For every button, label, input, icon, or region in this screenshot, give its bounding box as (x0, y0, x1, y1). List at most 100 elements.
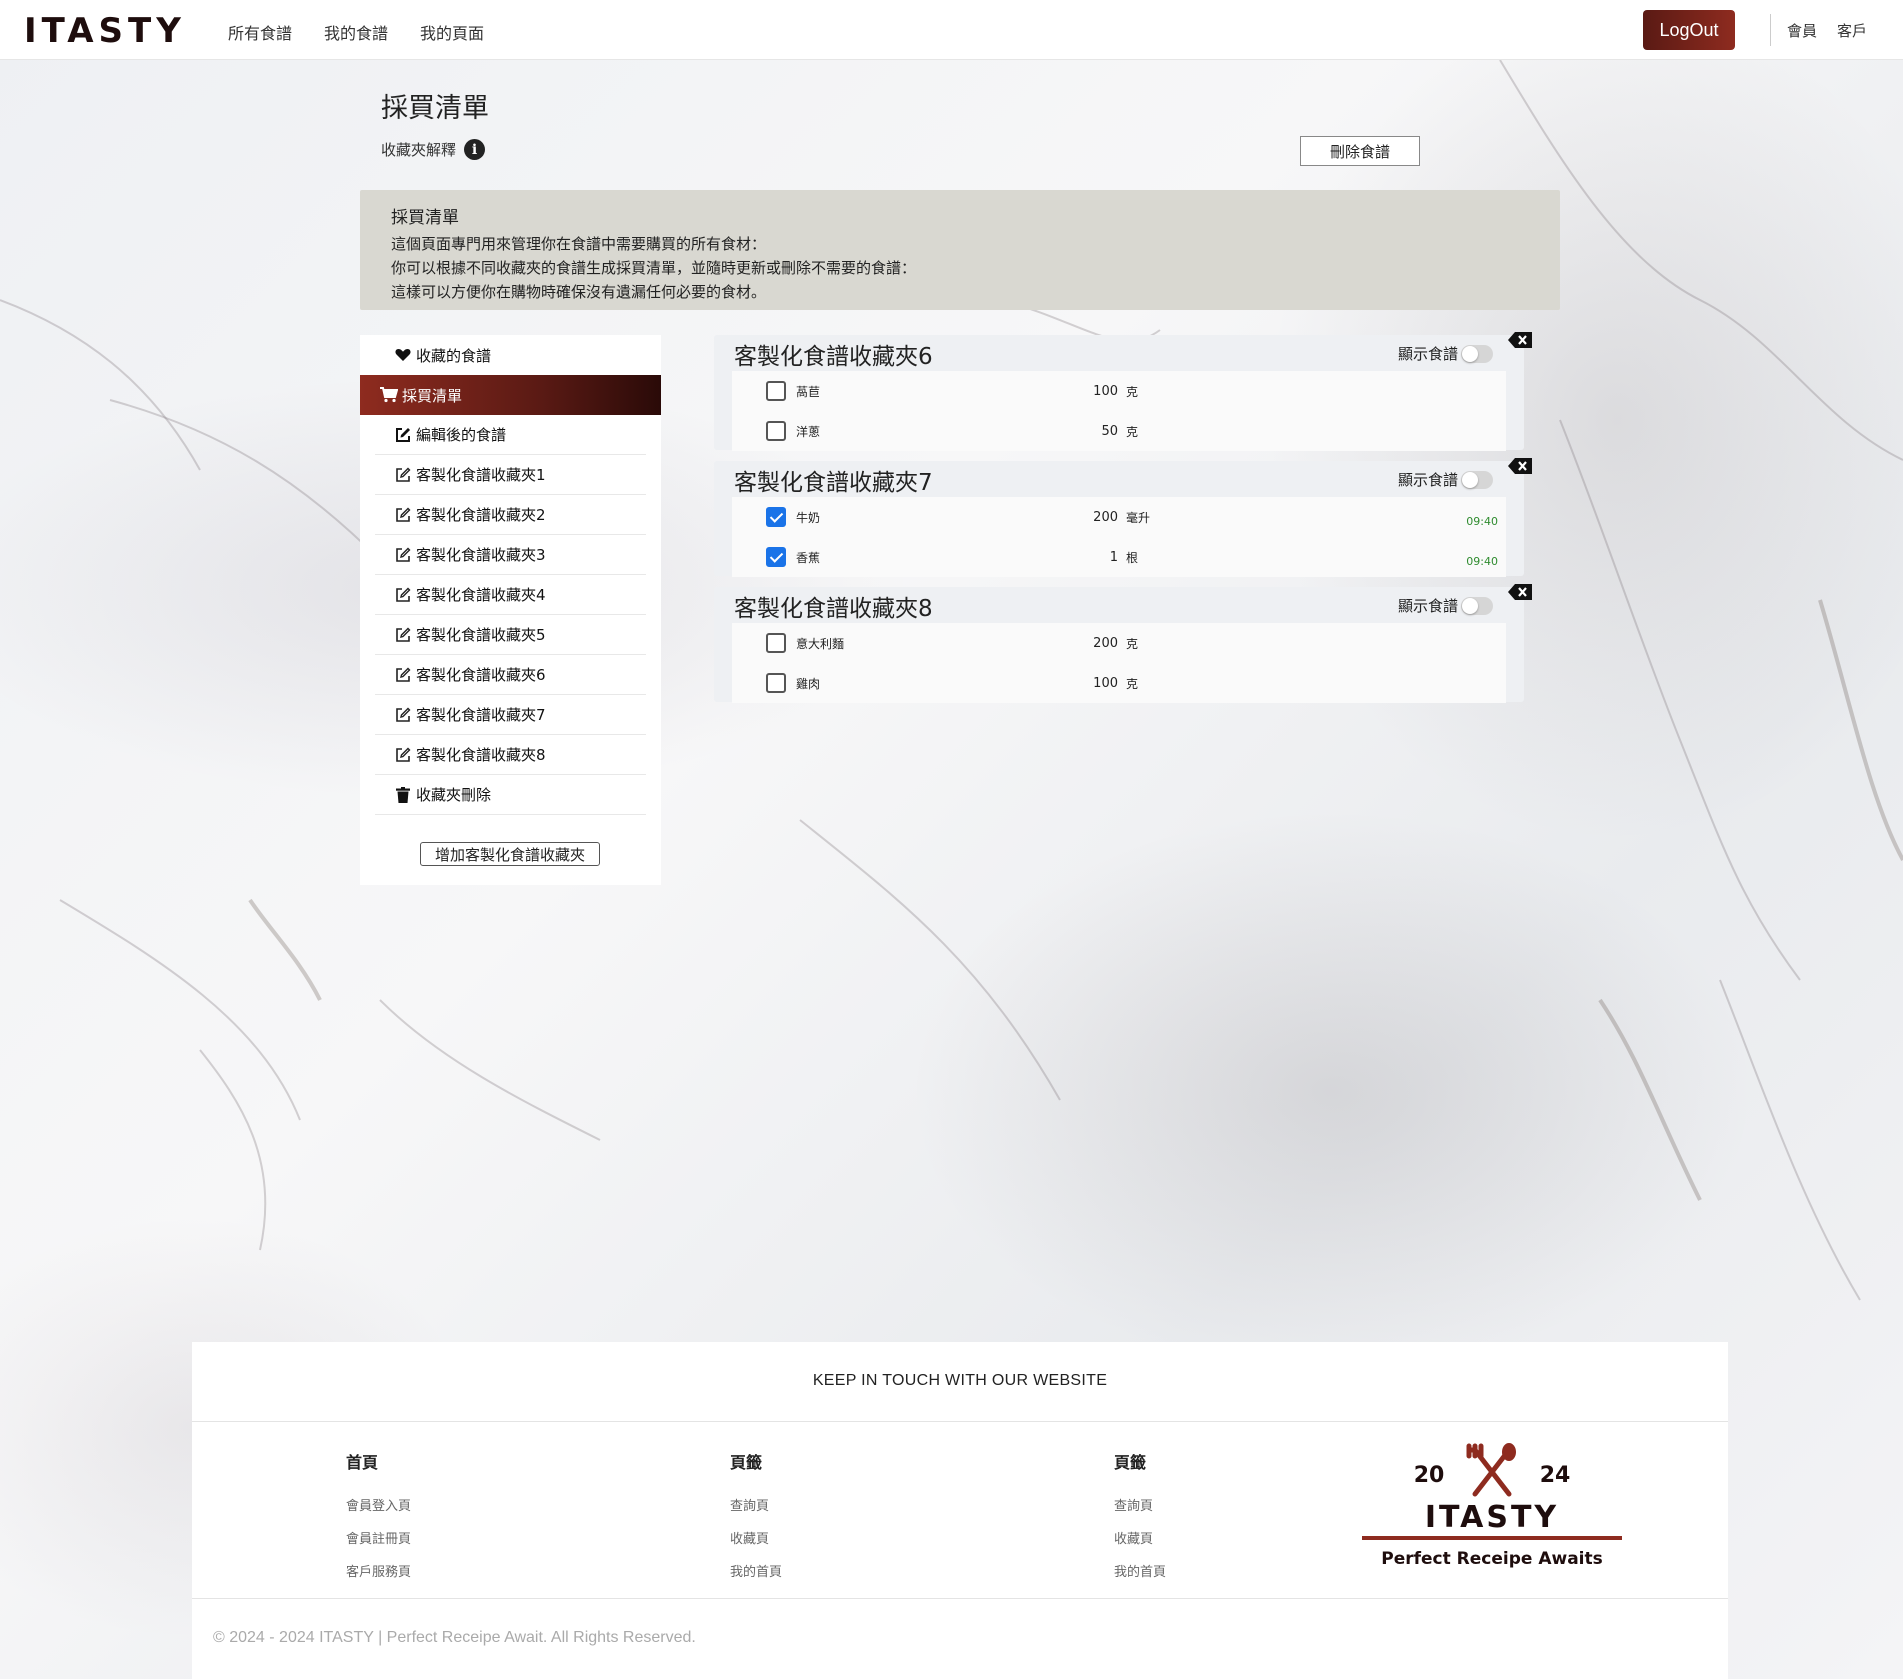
nav-all-recipes[interactable]: 所有食譜 (228, 20, 292, 44)
sidebar-item-folder-7[interactable]: 客製化食譜收藏夾7 (375, 695, 646, 735)
show-recipe-toggle[interactable] (1461, 471, 1493, 489)
sidebar-item-edited[interactable]: 編輯後的食譜 (375, 415, 646, 455)
notice-line: 這個頁面專門用來管理你在食譜中需要購買的所有食材： (391, 235, 767, 253)
edit-icon (394, 746, 412, 764)
ingredient-row: 香蕉 1 根 09:40 (732, 537, 1506, 577)
show-recipe-label: 顯示食譜 (1398, 597, 1459, 615)
delete-recipe-button[interactable]: 刪除食譜 (1300, 136, 1420, 166)
nav-my-page[interactable]: 我的頁面 (420, 20, 484, 44)
show-recipe-label: 顯示食譜 (1398, 345, 1459, 363)
header-divider (1770, 14, 1771, 46)
footer-column-title: 頁籤 (730, 1453, 763, 1472)
ingredient-name: 意大利麵 (796, 636, 845, 651)
site-footer: KEEP IN TOUCH WITH OUR WEBSITE 首頁 會員登入頁 … (192, 1342, 1728, 1679)
show-recipe-toggle[interactable] (1461, 597, 1493, 615)
edit-icon (394, 546, 412, 564)
ingredient-checkbox-checked[interactable] (766, 547, 786, 567)
ingredient-unit: 克 (1126, 676, 1139, 691)
footer-divider (192, 1598, 1728, 1599)
copyright-text: © 2024 - 2024 ITASTY | Perfect Receipe A… (213, 1629, 696, 1646)
info-icon[interactable]: i (464, 139, 486, 160)
sidebar-item-label: 收藏夾刪除 (416, 786, 492, 804)
logo-year-left: 20 (1414, 1463, 1445, 1488)
footer-link[interactable]: 會員註冊頁 (346, 1528, 411, 1547)
ingredient-checkbox-checked[interactable] (766, 507, 786, 527)
footer-link[interactable]: 收藏頁 (1114, 1528, 1166, 1547)
sidebar-item-folder-6[interactable]: 客製化食譜收藏夾6 (375, 655, 646, 695)
ingredient-unit: 克 (1126, 424, 1139, 439)
ingredient-qty: 1 (1109, 549, 1118, 565)
folder-explanation[interactable]: 收藏夾解釋 i (381, 139, 486, 160)
checked-time: 09:40 (1466, 555, 1498, 568)
edit-icon (394, 506, 412, 524)
logout-button[interactable]: LogOut (1643, 10, 1735, 50)
member-link[interactable]: 會員 (1787, 20, 1817, 41)
folder-card: 客製化食譜收藏夾7 顯示食譜 牛奶 200 毫升 09:40 香蕉 1 根 09… (714, 458, 1532, 577)
footer-logo: 20 24 ITASTY Perfect Receipe Awaits (1362, 1443, 1622, 1569)
sidebar-item-label: 客製化食譜收藏夾1 (416, 466, 546, 484)
ingredient-name: 萵苣 (796, 384, 821, 399)
footer-link[interactable]: 查詢頁 (730, 1495, 782, 1514)
add-folder-button[interactable]: 增加客製化食譜收藏夾 (420, 842, 600, 866)
edit-icon (394, 706, 412, 724)
sidebar-item-folder-1[interactable]: 客製化食譜收藏夾1 (375, 455, 646, 495)
ingredient-qty: 200 (1093, 635, 1118, 651)
edit-icon (394, 466, 412, 484)
site-logo[interactable]: ITASTY (24, 11, 186, 51)
notice-title: 採買清單 (391, 208, 459, 228)
sidebar-item-label: 客製化食譜收藏夾8 (416, 746, 546, 764)
shopping-list-notice: 採買清單 這個頁面專門用來管理你在食譜中需要購買的所有食材： 你可以根據不同收藏… (360, 190, 1560, 310)
sidebar-item-delete-folder[interactable]: 收藏夾刪除 (375, 775, 646, 815)
heart-icon (394, 346, 412, 364)
folder-card-title: 客製化食譜收藏夾6 (734, 344, 933, 370)
checked-time: 09:40 (1466, 515, 1498, 528)
remove-folder-icon[interactable] (1508, 584, 1532, 600)
ingredient-qty: 100 (1093, 675, 1118, 691)
ingredient-list: 意大利麵 200 克 雞肉 100 克 (732, 623, 1506, 703)
show-recipe-toggle[interactable] (1461, 345, 1493, 363)
trash-icon (394, 786, 412, 804)
ingredient-row: 意大利麵 200 克 (732, 623, 1506, 663)
ingredient-qty: 200 (1093, 509, 1118, 525)
logo-year-right: 24 (1540, 1463, 1571, 1488)
customer-link[interactable]: 客戶 (1837, 20, 1867, 41)
footer-link[interactable]: 我的首頁 (1114, 1561, 1166, 1580)
page-title: 採買清單 (381, 93, 489, 124)
ingredient-checkbox[interactable] (766, 381, 786, 401)
nav-my-recipes[interactable]: 我的食譜 (324, 20, 388, 44)
sidebar-item-folder-4[interactable]: 客製化食譜收藏夾4 (375, 575, 646, 615)
remove-folder-icon[interactable] (1508, 332, 1532, 348)
sidebar-item-folder-5[interactable]: 客製化食譜收藏夾5 (375, 615, 646, 655)
ingredient-unit: 毫升 (1126, 510, 1151, 525)
sidebar: 收藏的食譜 採買清單 編輯後的食譜 客製化食譜收藏夾1 客製化食譜收藏夾2 客製… (360, 335, 661, 885)
sidebar-item-folder-8[interactable]: 客製化食譜收藏夾8 (375, 735, 646, 775)
footer-link[interactable]: 會員登入頁 (346, 1495, 411, 1514)
sidebar-item-favorites[interactable]: 收藏的食譜 (360, 335, 661, 375)
ingredient-row: 萵苣 100 克 (732, 371, 1506, 411)
sidebar-item-label: 編輯後的食譜 (416, 426, 507, 444)
sidebar-item-folder-3[interactable]: 客製化食譜收藏夾3 (375, 535, 646, 575)
sidebar-item-folder-2[interactable]: 客製化食譜收藏夾2 (375, 495, 646, 535)
ingredient-name: 牛奶 (796, 510, 821, 525)
sidebar-item-label: 客製化食譜收藏夾4 (416, 586, 546, 604)
footer-link[interactable]: 客戶服務頁 (346, 1561, 411, 1580)
sidebar-item-shopping-list[interactable]: 採買清單 (360, 375, 661, 415)
show-recipe-label: 顯示食譜 (1398, 471, 1459, 489)
footer-link[interactable]: 收藏頁 (730, 1528, 782, 1547)
ingredient-name: 香蕉 (796, 550, 821, 565)
edit-icon (394, 426, 412, 444)
footer-link[interactable]: 查詢頁 (1114, 1495, 1166, 1514)
folder-card-title: 客製化食譜收藏夾8 (734, 596, 933, 622)
ingredient-list: 牛奶 200 毫升 09:40 香蕉 1 根 09:40 (732, 497, 1506, 577)
edit-icon (394, 586, 412, 604)
top-navbar: ITASTY 所有食譜 我的食譜 我的頁面 LogOut 會員 客戶 (0, 0, 1903, 60)
remove-folder-icon[interactable] (1508, 458, 1532, 474)
sidebar-item-label: 客製化食譜收藏夾5 (416, 626, 546, 644)
folder-explanation-label: 收藏夾解釋 (381, 141, 457, 159)
ingredient-qty: 100 (1093, 383, 1118, 399)
ingredient-checkbox[interactable] (766, 421, 786, 441)
footer-link[interactable]: 我的首頁 (730, 1561, 782, 1580)
ingredient-checkbox[interactable] (766, 633, 786, 653)
spoon-icon (1502, 1443, 1516, 1461)
ingredient-checkbox[interactable] (766, 673, 786, 693)
